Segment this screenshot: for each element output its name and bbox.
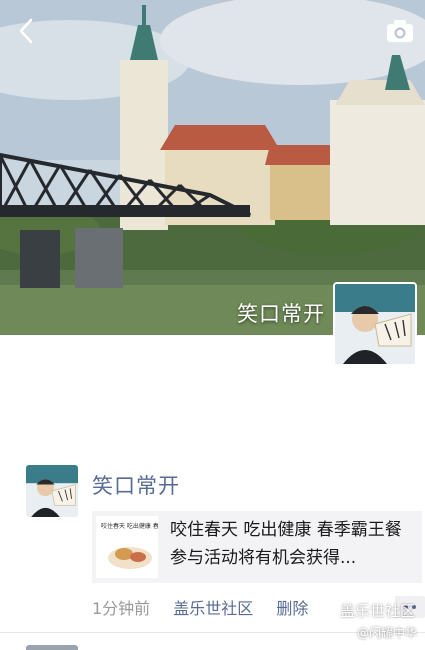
camera-icon[interactable] — [385, 18, 415, 44]
shared-link-title: 咬住春天 吃出健康 春季霸王餐 参与活动将有机会获得... — [170, 520, 402, 568]
next-post-avatar[interactable] — [26, 645, 78, 650]
share-thumbnail-caption: 咬住春天 吃出健康 春季霸王餐 — [101, 522, 158, 530]
profile-name: 笑口常开 — [237, 302, 325, 326]
post-meta: 1分钟前 盖乐世社区 删除 — [92, 595, 326, 619]
shared-link-thumbnail: 咬住春天 吃出健康 春季霸王餐 — [96, 516, 158, 578]
shared-link-card[interactable]: 咬住春天 吃出健康 春季霸王餐 咬住春天 吃出健康 春季霸王餐 参与活动将有机会… — [92, 511, 422, 583]
post-time: 1分钟前 — [92, 599, 151, 618]
delete-button[interactable]: 删除 — [276, 599, 308, 618]
watermark-sub: @闪耀中华 — [356, 626, 417, 640]
post-source-link[interactable]: 盖乐世社区 — [173, 599, 253, 618]
back-arrow-icon[interactable] — [12, 16, 42, 46]
post-author-avatar[interactable] — [26, 465, 78, 517]
watermark-main: 盖乐世社区 — [339, 602, 415, 620]
profile-avatar[interactable] — [333, 282, 417, 366]
post-author-name[interactable]: 笑口常开 — [92, 470, 180, 500]
